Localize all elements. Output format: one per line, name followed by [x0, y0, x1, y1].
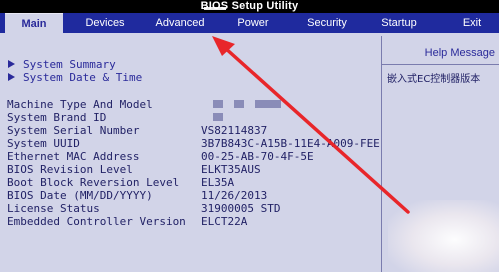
- submenu-arrow-icon: [8, 73, 15, 81]
- info-label: System Brand ID: [7, 111, 107, 124]
- tab-devices[interactable]: Devices: [72, 13, 138, 33]
- info-value: VS82114837: [201, 124, 268, 137]
- redaction-block: [213, 113, 223, 121]
- info-label: BIOS Revision Level: [7, 163, 133, 176]
- info-value: ELCT22A: [201, 215, 248, 228]
- info-value: EL35A: [201, 176, 235, 189]
- window-title: BIOS Setup Utility: [200, 0, 299, 12]
- info-value: 00-25-AB-70-4F-5E: [201, 150, 314, 163]
- info-label: System Serial Number: [7, 124, 140, 137]
- info-value: 3B7B843C-A15B-11E4-A009-FEE: [201, 137, 380, 150]
- info-label: Machine Type And Model: [7, 98, 153, 111]
- info-label: Boot Block Reversion Level: [7, 176, 180, 189]
- tab-advanced[interactable]: Advanced: [143, 13, 217, 33]
- tab-startup[interactable]: Startup: [367, 13, 431, 33]
- tab-main[interactable]: Main: [5, 13, 63, 34]
- info-label: System UUID: [7, 137, 80, 150]
- info-label: Embedded Controller Version: [7, 215, 186, 228]
- title-bar: BIOS Setup Utility: [0, 0, 499, 13]
- info-label: License Status: [7, 202, 100, 215]
- info-value: 11/26/2013: [201, 189, 268, 202]
- submenu-arrow-icon: [8, 60, 15, 68]
- tab-power[interactable]: Power: [224, 13, 282, 33]
- tab-security[interactable]: Security: [293, 13, 361, 33]
- help-title: Help Message: [424, 47, 495, 59]
- redaction-block: [213, 100, 223, 108]
- redaction-block: [234, 100, 244, 108]
- help-divider: [382, 64, 499, 65]
- submenu-system-summary[interactable]: System Summary: [8, 58, 116, 71]
- info-value: 31900005 STD: [201, 202, 281, 215]
- main-panel: System Summary System Date & Time Machin…: [0, 33, 381, 272]
- help-text: 嵌入式EC控制器版本: [387, 74, 481, 85]
- menu-bar: Main Devices Advanced Power Security Sta…: [0, 13, 499, 34]
- tab-exit[interactable]: Exit: [446, 13, 498, 33]
- blur-overlay: [388, 200, 499, 272]
- redaction-block: [255, 100, 281, 108]
- info-label: Ethernet MAC Address: [7, 150, 140, 163]
- submenu-system-date-time[interactable]: System Date & Time: [8, 71, 142, 84]
- info-value: ELKT35AUS: [201, 163, 261, 176]
- info-label: BIOS Date (MM/DD/YYYY): [7, 189, 153, 202]
